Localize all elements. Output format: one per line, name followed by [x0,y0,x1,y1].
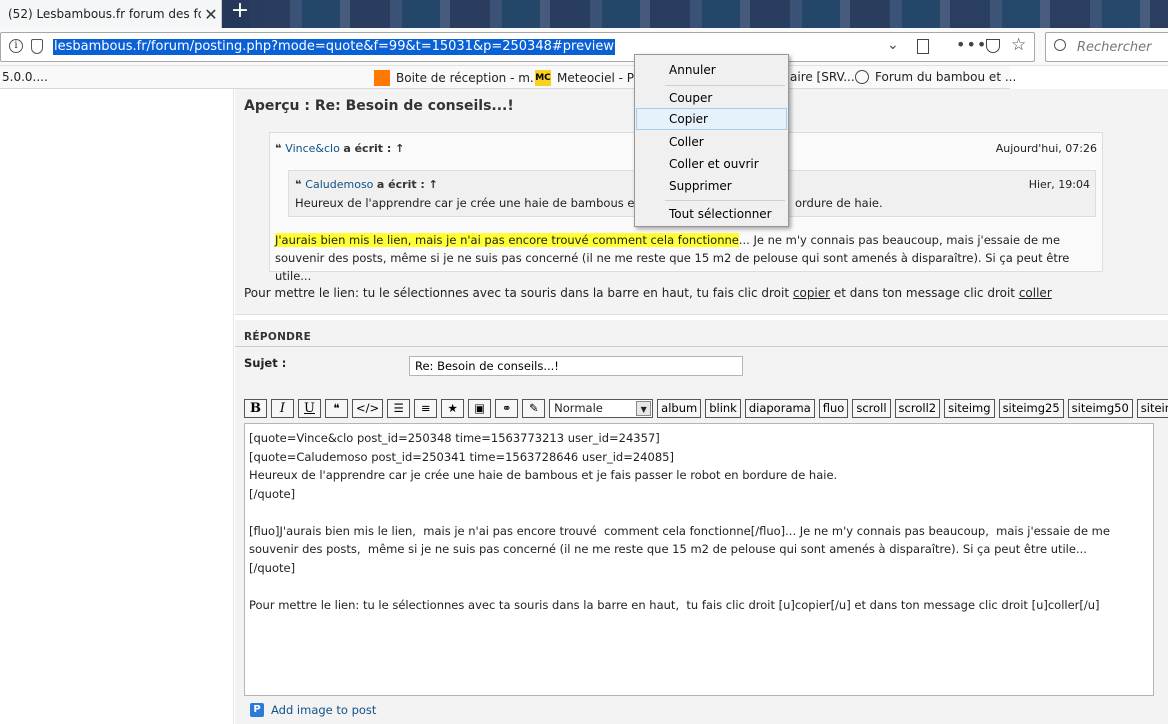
search-box[interactable]: Rechercher [1045,32,1168,62]
globe-icon [855,70,869,84]
quote-header: ❝ Vince&clo a écrit : ↑ [275,142,404,155]
image-upload-icon: P [250,703,264,717]
bookmark-label: Forum du bambou et ... [875,70,1017,84]
menu-item-coller[interactable]: Coller [636,131,787,153]
new-tab-button[interactable]: + [228,0,252,24]
menu-item-supprimer[interactable]: Supprimer [636,175,787,197]
menu-item-copier[interactable]: Copier [636,108,787,130]
quote-button-icon[interactable]: ❝ [325,399,348,418]
quote-icon: ❝ [275,142,286,155]
quote-text-end: ordure de haie. [794,196,883,210]
link-button-icon[interactable]: ⚭ [495,399,519,418]
list-button-icon[interactable]: ☰ [387,399,411,418]
reply-heading: RÉPONDRE [244,331,312,343]
orange-icon [374,70,390,86]
image-button-icon[interactable]: ▣ [468,399,492,418]
url-text[interactable]: lesbambous.fr/forum/posting.php?mode=quo… [53,39,616,55]
info-icon[interactable]: i [9,39,23,53]
quote-author[interactable]: Caludemoso [305,178,373,191]
context-menu: Annuler Couper Copier Coller Coller et o… [634,54,789,227]
preview-title: Aperçu : Re: Besoin de conseils...! [244,98,514,114]
pocket-icon[interactable] [986,39,1000,53]
quote-wrote[interactable]: a écrit : ↑ [377,178,438,191]
tag-siteimg50-button[interactable]: siteimg50 [1067,399,1133,418]
subject-label: Sujet : [244,356,287,370]
quote-text: Heureux de l'apprendre car je crée une h… [295,196,883,210]
bookmark-label: Boite de réception - m... [396,71,542,85]
list-item-star-icon[interactable]: ★ [441,399,465,418]
tab-bar: (52) Lesbambous.fr forum des fous ✕ + [0,0,1168,28]
chevron-down-icon[interactable]: ⌄ [887,37,899,53]
tag-blink-button[interactable]: blink [705,399,741,418]
bold-button[interactable]: B [244,399,267,418]
left-blank-pane [0,89,234,724]
menu-item-coller-et-ouvrir[interactable]: Coller et ouvrir [636,153,787,175]
quote-wrote[interactable]: a écrit : ↑ [343,142,404,155]
quote-icon: ❝ [295,178,306,191]
add-image-label: Add image to post [271,703,377,717]
bookmark-item[interactable]: MC Meteociel - Pré [535,70,646,86]
tab-title: (52) Lesbambous.fr forum des fous [8,7,201,21]
chevron-down-icon[interactable]: ▼ [636,401,652,416]
menu-item-annuler[interactable]: Annuler [636,59,787,81]
section-divider [235,314,1168,320]
preview-line-start: Pour mettre le lien: tu le sélectionnes … [244,286,793,300]
nav-bar: i lesbambous.fr/forum/posting.php?mode=q… [0,28,1168,66]
bookmark-label: aire [SRV... [790,70,855,84]
tag-siteimg25-button[interactable]: siteimg25 [998,399,1064,418]
menu-separator [665,85,785,86]
subject-input[interactable] [409,356,743,376]
bookmark-item[interactable]: Boite de réception - m... [374,70,541,86]
tag-scroll2-button[interactable]: scroll2 [894,399,941,418]
quote-date: Hier, 19:04 [1028,178,1090,191]
tag-diaporama-button[interactable]: diaporama [744,399,815,418]
tag-album-button[interactable]: album [657,399,702,418]
bookmark-item[interactable]: Forum du bambou et ... [855,70,1016,84]
close-tab-icon[interactable]: ✕ [201,5,221,24]
tag-siteimg-button[interactable]: siteimg [944,399,995,418]
quote-text-start: Heureux de l'apprendre car je crée une h… [295,196,639,210]
menu-separator [665,200,785,201]
reader-view-icon[interactable] [917,39,929,54]
menu-item-couper[interactable]: Couper [636,87,787,109]
reply-divider [235,346,1168,347]
more-actions-icon[interactable]: ••• [956,35,987,54]
active-tab[interactable]: (52) Lesbambous.fr forum des fous ✕ [0,0,222,28]
preview-message-line: Pour mettre le lien: tu le sélectionnes … [244,286,1052,300]
search-icon [1054,39,1066,51]
message-textarea[interactable]: [quote=Vince&clo post_id=250348 time=156… [244,423,1154,696]
quote-body: J'aurais bien mis le lien, mais je n'ai … [275,231,1099,285]
tag-scroll-button[interactable]: scroll [852,399,891,418]
preview-line-copier: copier [792,286,831,300]
bookmark-label: 5.0.0.... [2,70,48,84]
preview-line-coller: coller [1018,286,1052,300]
shield-icon[interactable] [31,39,43,54]
numbered-list-button-icon[interactable]: ≡ [414,399,438,418]
tag-fluo-button[interactable]: fluo [818,399,849,418]
font-size-value: Normale [554,401,603,415]
color-button-icon[interactable]: ✎ [522,399,546,418]
preview-line-mid: et dans ton message clic droit [830,286,1019,300]
quote-header: ❝ Caludemoso a écrit : ↑ [295,178,438,191]
bookmark-star-icon[interactable]: ☆ [1011,35,1026,55]
tab-bar-background [250,0,1168,28]
add-image-link[interactable]: P Add image to post [250,703,376,717]
bookmark-label: Meteociel - Pré [557,71,646,85]
italic-button[interactable]: I [271,399,294,418]
bookmark-item[interactable]: aire [SRV... [790,70,855,84]
bbcode-toolbar: B I U ❝ </> ☰ ≡ ★ ▣ ⚭ ✎ Normale ▼ album b… [244,399,1168,419]
code-button-icon[interactable]: </> [352,399,384,418]
bookmark-item[interactable]: 5.0.0.... [2,70,48,84]
menu-item-tout-selectionner[interactable]: Tout sélectionner [636,203,787,225]
highlighted-text: J'aurais bien mis le lien, mais je n'ai … [275,233,739,247]
quote-author[interactable]: Vince&clo [285,142,340,155]
tag-siteimg75-button[interactable]: siteimg75 [1136,399,1168,418]
underline-button[interactable]: U [298,399,321,418]
url-bar[interactable]: i lesbambous.fr/forum/posting.php?mode=q… [0,32,1035,62]
font-size-select[interactable]: Normale ▼ [549,399,654,418]
meteociel-icon: MC [535,70,551,86]
bookmarks-bar: 5.0.0.... Boite de réception - m... MC M… [0,66,1016,89]
quote-date: Aujourd'hui, 07:26 [995,142,1097,155]
search-placeholder: Rechercher [1077,40,1152,55]
